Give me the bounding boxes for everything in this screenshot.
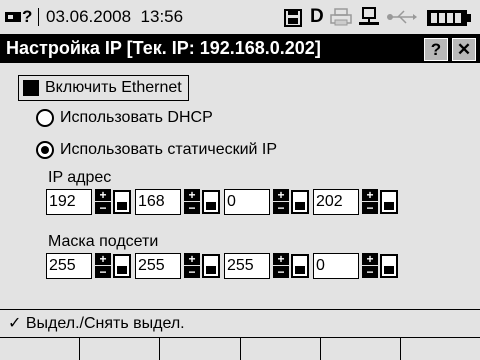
static-ip-radio[interactable]: Использовать статический IP (36, 141, 277, 159)
hint-bar: ✓ Выдел./Снять выдел. (0, 309, 480, 338)
fill-icon[interactable] (113, 190, 131, 214)
increment-icon[interactable]: + (362, 253, 378, 265)
increment-icon[interactable]: + (95, 253, 111, 265)
mask-octet-4: +− (313, 253, 398, 279)
increment-icon[interactable]: + (95, 189, 111, 201)
fill-icon[interactable] (113, 254, 131, 278)
dhcp-radio[interactable]: Использовать DHCP (36, 109, 213, 127)
mask-octet-1-input[interactable] (46, 253, 92, 279)
status-question: ? (22, 7, 33, 26)
status-datetime: 03.06.2008 13:56 (46, 7, 184, 26)
dhcp-radio-label: Использовать DHCP (60, 109, 213, 126)
d-icon: D (310, 6, 324, 27)
battery-icon (427, 10, 471, 26)
decrement-icon[interactable]: − (184, 202, 200, 214)
status-bar: ? 03.06.2008 13:56 D (0, 0, 480, 34)
ip-octet-3: +− (224, 189, 309, 215)
ip-address-label: IP адрес (48, 169, 112, 186)
ip-octet-1-spinner[interactable]: + − (95, 189, 111, 215)
increment-icon[interactable]: + (273, 189, 289, 201)
checkbox-box (23, 80, 39, 96)
increment-icon[interactable]: + (273, 253, 289, 265)
softkey-6[interactable] (400, 338, 480, 360)
ip-address-row: +− +− +− +− (46, 189, 398, 215)
ip-octet-3-input[interactable] (224, 189, 270, 215)
enable-ethernet-label: Включить Ethernet (45, 79, 182, 96)
fill-icon[interactable] (291, 190, 309, 214)
softkey-2[interactable] (80, 338, 161, 360)
fill-icon[interactable] (380, 190, 398, 214)
fill-icon[interactable] (291, 254, 309, 278)
static-ip-radio-circle (36, 141, 54, 159)
ip-octet-1: +− (46, 189, 131, 215)
mask-octet-4-input[interactable] (313, 253, 359, 279)
dhcp-radio-circle (36, 109, 54, 127)
help-button[interactable]: ? (424, 38, 448, 61)
ip-octet-2-input[interactable] (135, 189, 181, 215)
decrement-icon[interactable]: − (362, 266, 378, 278)
mask-octet-1-spinner[interactable]: + − (95, 253, 111, 279)
subnet-mask-label: Маска подсети (48, 233, 159, 250)
enable-ethernet-checkbox[interactable]: Включить Ethernet (18, 75, 189, 101)
mask-octet-2-spinner[interactable]: + − (184, 253, 200, 279)
increment-icon[interactable]: + (184, 253, 200, 265)
ip-octet-4-spinner[interactable]: + − (362, 189, 378, 215)
mask-octet-3-input[interactable] (224, 253, 270, 279)
mask-octet-4-spinner[interactable]: + − (362, 253, 378, 279)
softkey-1[interactable] (0, 338, 81, 360)
decrement-icon[interactable]: − (184, 266, 200, 278)
device-icon (5, 12, 21, 22)
close-button[interactable]: ✕ (452, 38, 476, 61)
increment-icon[interactable]: + (362, 189, 378, 201)
softkey-5[interactable] (320, 338, 401, 360)
decrement-icon[interactable]: − (273, 202, 289, 214)
mask-octet-3-spinner[interactable]: + − (273, 253, 289, 279)
ip-octet-2: +− (135, 189, 220, 215)
mask-octet-1: +− (46, 253, 131, 279)
checkmark-icon: ✓ (8, 315, 22, 332)
increment-icon[interactable]: + (184, 189, 200, 201)
ip-octet-4: +− (313, 189, 398, 215)
hint-text: Выдел./Снять выдел. (25, 315, 185, 332)
fill-icon[interactable] (202, 254, 220, 278)
network-icon (359, 7, 379, 25)
settings-panel: Включить Ethernet Использовать DHCP Испо… (0, 63, 480, 307)
mask-octet-3: +− (224, 253, 309, 279)
ip-octet-2-spinner[interactable]: + − (184, 189, 200, 215)
fill-icon[interactable] (380, 254, 398, 278)
softkey-4[interactable] (240, 338, 321, 360)
softkey-3[interactable] (160, 338, 241, 360)
fill-icon[interactable] (202, 190, 220, 214)
static-ip-radio-label: Использовать статический IP (60, 141, 278, 158)
subnet-mask-row: +− +− +− +− (46, 253, 398, 279)
mask-octet-2: +− (135, 253, 220, 279)
printer-icon (330, 8, 352, 26)
decrement-icon[interactable]: − (95, 202, 111, 214)
decrement-icon[interactable]: − (362, 202, 378, 214)
save-icon (284, 9, 302, 27)
status-divider (38, 8, 39, 26)
ip-octet-3-spinner[interactable]: + − (273, 189, 289, 215)
mask-octet-2-input[interactable] (135, 253, 181, 279)
usb-icon (387, 10, 417, 24)
title-bar: Настройка IP [Тек. IP: 192.168.0.202] ? … (0, 34, 480, 63)
ip-octet-1-input[interactable] (46, 189, 92, 215)
dialog-title: Настройка IP [Тек. IP: 192.168.0.202] (6, 38, 321, 58)
softkey-bar (0, 337, 480, 360)
decrement-icon[interactable]: − (273, 266, 289, 278)
decrement-icon[interactable]: − (95, 266, 111, 278)
ip-octet-4-input[interactable] (313, 189, 359, 215)
